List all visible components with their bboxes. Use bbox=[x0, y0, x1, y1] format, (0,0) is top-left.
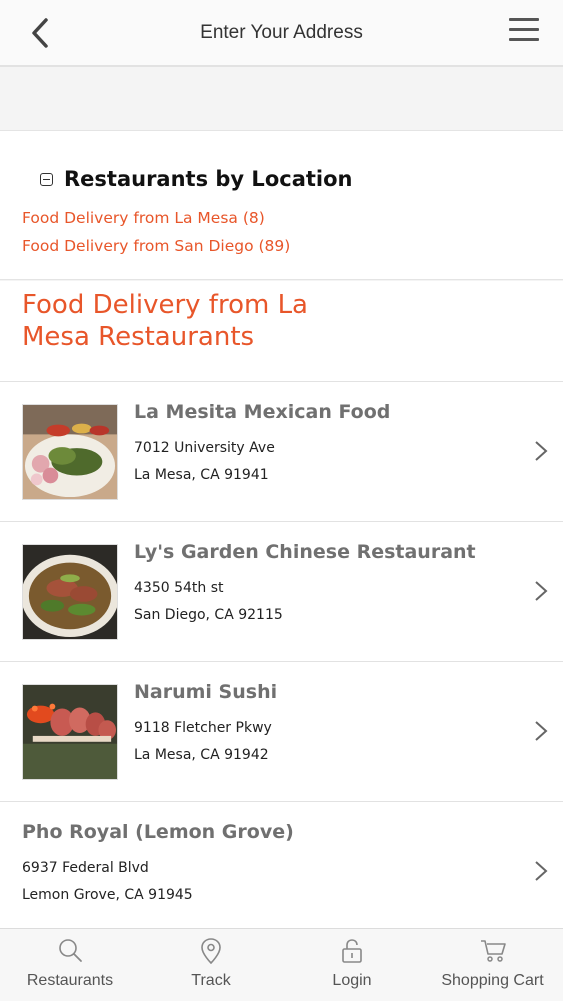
section-header: Food Delivery from La Mesa Restaurants bbox=[0, 281, 563, 381]
search-icon bbox=[59, 939, 82, 962]
chevron-right-icon bbox=[535, 861, 548, 881]
restaurant-street: 9118 Fletcher Pkwy bbox=[134, 720, 272, 736]
restaurant-city: La Mesa, CA 91941 bbox=[134, 467, 269, 483]
restaurant-city: Lemon Grove, CA 91945 bbox=[22, 887, 193, 903]
restaurant-street: 7012 University Ave bbox=[134, 440, 275, 456]
chevron-right-icon bbox=[535, 721, 548, 741]
nav-label: Login bbox=[332, 972, 372, 989]
bottom-nav: Restaurants Track Login Shopping Cart bbox=[0, 928, 563, 1001]
restaurant-name: Narumi Sushi bbox=[134, 681, 278, 703]
noodle-soup-photo bbox=[22, 544, 118, 640]
restaurant-row[interactable]: Pho Royal (Lemon Grove) 6937 Federal Blv… bbox=[0, 801, 563, 929]
section-title: Food Delivery from La Mesa Restaurants bbox=[22, 290, 308, 352]
nav-login[interactable]: Login bbox=[282, 929, 422, 1001]
restaurant-name: Ly's Garden Chinese Restaurant bbox=[134, 541, 476, 563]
collapse-icon[interactable] bbox=[40, 172, 53, 186]
restaurant-name: Pho Royal (Lemon Grove) bbox=[22, 821, 294, 843]
nav-label: Shopping Cart bbox=[441, 972, 544, 989]
restaurant-street: 4350 54th st bbox=[134, 580, 224, 596]
nav-restaurants[interactable]: Restaurants bbox=[0, 929, 140, 1001]
restaurant-row[interactable]: La Mesita Mexican Food 7012 University A… bbox=[0, 381, 563, 521]
location-filter-panel: Restaurants by Location Food Delivery fr… bbox=[0, 130, 563, 280]
restaurant-city: San Diego, CA 92115 bbox=[134, 607, 283, 623]
chevron-right-icon bbox=[535, 441, 548, 461]
restaurant-name: La Mesita Mexican Food bbox=[134, 401, 391, 423]
restaurant-row[interactable]: Ly's Garden Chinese Restaurant 4350 54th… bbox=[0, 521, 563, 661]
nav-shopping-cart[interactable]: Shopping Cart bbox=[422, 929, 563, 1001]
restaurant-city: La Mesa, CA 91942 bbox=[134, 747, 269, 763]
restaurant-street: 6937 Federal Blvd bbox=[22, 860, 149, 876]
nav-label: Restaurants bbox=[26, 972, 114, 989]
hamburger-menu-icon bbox=[507, 18, 541, 41]
top-bar: Enter Your Address bbox=[0, 0, 563, 67]
cart-icon bbox=[480, 940, 506, 962]
mexican-food-photo bbox=[22, 404, 118, 500]
lock-icon bbox=[342, 939, 362, 963]
location-link-la-mesa[interactable]: Food Delivery from La Mesa (8) bbox=[22, 209, 265, 227]
nav-track[interactable]: Track bbox=[140, 929, 282, 1001]
chevron-right-icon bbox=[535, 581, 548, 601]
location-heading[interactable]: Restaurants by Location bbox=[40, 167, 352, 191]
restaurant-list: La Mesita Mexican Food 7012 University A… bbox=[0, 381, 563, 929]
menu-button[interactable] bbox=[507, 18, 541, 48]
location-link-san-diego[interactable]: Food Delivery from San Diego (89) bbox=[22, 237, 290, 255]
nav-label: Track bbox=[191, 972, 231, 989]
page-title: Enter Your Address bbox=[200, 22, 363, 43]
restaurant-row[interactable]: Narumi Sushi 9118 Fletcher Pkwy La Mesa,… bbox=[0, 661, 563, 801]
map-pin-icon bbox=[201, 938, 221, 965]
sushi-photo bbox=[22, 684, 118, 780]
location-heading-label: Restaurants by Location bbox=[64, 167, 353, 191]
